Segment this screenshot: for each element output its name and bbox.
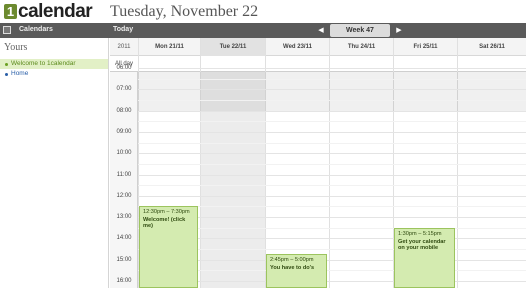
hour-line bbox=[138, 111, 526, 112]
sidebar-item-label: Home bbox=[11, 70, 29, 77]
calendars-menu[interactable]: Calendars bbox=[19, 26, 53, 33]
event-title: Welcome! (click me) bbox=[143, 216, 186, 230]
half-hour-line bbox=[138, 164, 526, 165]
event-time: 2:45pm – 5:00pm bbox=[270, 257, 314, 263]
sidebar: Yours Welcome to 1calendar Home bbox=[0, 38, 109, 288]
logo-text: calendar bbox=[18, 0, 93, 22]
half-hour-line bbox=[138, 143, 526, 144]
half-hour-line bbox=[138, 79, 526, 80]
hour-line bbox=[138, 132, 526, 133]
time-label: 06:00 bbox=[116, 65, 132, 71]
time-grid: 06:00 07:00 08:00 09:00 10:00 11:00 12:00 13:00… bbox=[110, 65, 526, 288]
time-label: 12:00 bbox=[116, 192, 132, 199]
all-day-cell[interactable] bbox=[138, 56, 200, 72]
event-title: Get your calendar on your mobile bbox=[398, 238, 446, 252]
calendar-event[interactable]: 2:45pm – 5:00pm You have to do's bbox=[266, 254, 327, 288]
app-logo[interactable]: 1 calendar bbox=[4, 0, 93, 22]
all-day-cell[interactable] bbox=[329, 56, 393, 72]
half-hour-line bbox=[138, 121, 526, 122]
day-header[interactable]: Thu 24/11 bbox=[329, 38, 393, 56]
toolbar: Calendars Today ◀ Week 47 ▶ bbox=[0, 23, 526, 38]
all-day-cell[interactable] bbox=[265, 56, 329, 72]
week-view: 2011 Mon 21/11 Tue 22/11 Wed 23/11 Thu 24/1… bbox=[110, 38, 526, 288]
all-day-row: All day bbox=[110, 56, 526, 72]
sidebar-item-label: Welcome to 1calendar bbox=[11, 60, 76, 67]
time-label: 10:00 bbox=[116, 150, 132, 157]
time-label: 13:00 bbox=[116, 214, 132, 221]
calendar-event[interactable]: 12:30pm – 7:30pm Welcome! (click me) bbox=[139, 206, 198, 288]
day-header-row: 2011 Mon 21/11 Tue 22/11 Wed 23/11 Thu 24/1… bbox=[110, 38, 526, 56]
time-label: 07:00 bbox=[116, 86, 132, 93]
all-day-cell[interactable] bbox=[200, 56, 265, 72]
day-header[interactable]: Mon 21/11 bbox=[138, 38, 200, 56]
time-label: 08:00 bbox=[116, 107, 132, 114]
hour-line bbox=[138, 196, 526, 197]
time-label: 15:00 bbox=[116, 256, 132, 263]
today-button[interactable]: Today bbox=[113, 26, 133, 33]
next-week-icon[interactable]: ▶ bbox=[393, 23, 405, 38]
time-label: 09:00 bbox=[116, 128, 132, 135]
off-hours-shade bbox=[138, 72, 526, 111]
day-header[interactable]: Fri 25/11 bbox=[393, 38, 457, 56]
time-label: 11:00 bbox=[116, 171, 132, 178]
sidebar-item-welcome[interactable]: Welcome to 1calendar bbox=[0, 59, 108, 69]
page-title: Tuesday, November 22 bbox=[110, 3, 259, 20]
all-day-cell[interactable] bbox=[457, 56, 526, 72]
hour-line bbox=[138, 153, 526, 154]
half-hour-line bbox=[138, 185, 526, 186]
year-label: 2011 bbox=[117, 44, 131, 50]
app-header: 1 calendar Tuesday, November 22 bbox=[0, 0, 526, 23]
hour-line bbox=[138, 175, 526, 176]
day-header[interactable]: Tue 22/11 bbox=[200, 38, 265, 56]
logo-mark: 1 bbox=[4, 4, 17, 19]
event-time: 12:30pm – 7:30pm bbox=[143, 209, 190, 215]
prev-week-icon[interactable]: ◀ bbox=[315, 23, 327, 38]
calendar-event[interactable]: 1:30pm – 5:15pm Get your calendar on your… bbox=[394, 228, 455, 288]
week-label: Week 47 bbox=[330, 24, 390, 37]
sidebar-title: Yours bbox=[4, 42, 28, 53]
calendar-color-dot-icon bbox=[5, 72, 8, 76]
hour-line bbox=[138, 68, 526, 69]
time-label: 16:00 bbox=[116, 278, 132, 284]
sidebar-item-home[interactable]: Home bbox=[0, 69, 108, 79]
calendar-color-dot-icon bbox=[5, 62, 8, 66]
day-header[interactable]: Sat 26/11 bbox=[457, 38, 526, 56]
calendar-app: 1 calendar Tuesday, November 22 Calendar… bbox=[0, 0, 526, 288]
half-hour-line bbox=[138, 100, 526, 101]
day-header[interactable]: Wed 23/11 bbox=[265, 38, 329, 56]
time-label: 14:00 bbox=[116, 235, 132, 242]
hour-line bbox=[138, 89, 526, 90]
event-time: 1:30pm – 5:15pm bbox=[398, 231, 442, 237]
sidebar-toggle-icon[interactable] bbox=[3, 26, 11, 34]
time-column: 06:00 07:00 08:00 09:00 10:00 11:00 12:00 13:00… bbox=[110, 65, 138, 288]
event-title: You have to do's bbox=[270, 264, 315, 271]
all-day-cell[interactable] bbox=[393, 56, 457, 72]
